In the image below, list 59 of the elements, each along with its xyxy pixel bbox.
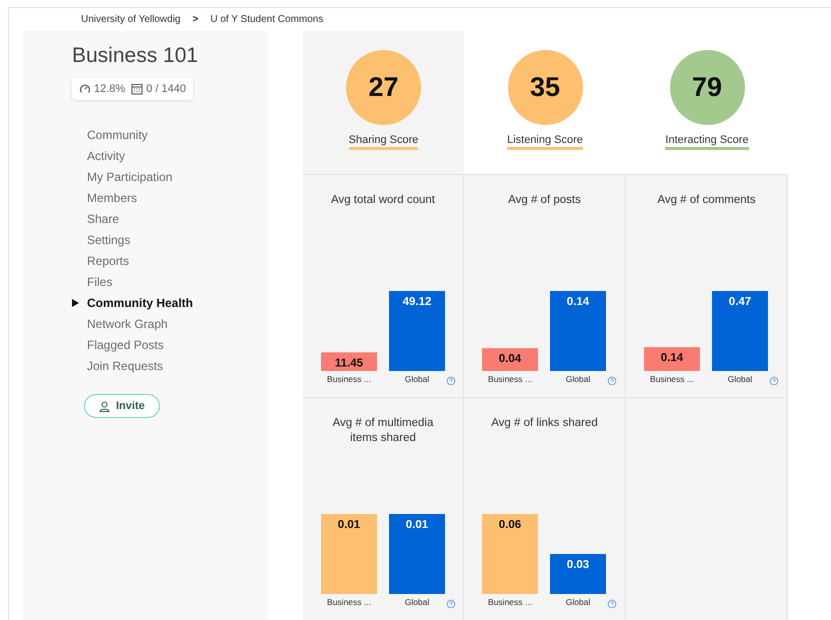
help-icon[interactable] xyxy=(770,376,778,385)
user-icon xyxy=(99,400,110,412)
bar-value-label: 0.14 xyxy=(566,296,590,308)
chart-title: Avg total word count xyxy=(330,193,436,208)
progress-percent: 12.8% xyxy=(94,83,126,95)
nav-item[interactable]: Community Health xyxy=(72,292,268,313)
chart-title: Avg # of comments xyxy=(656,193,757,208)
score-circle: 27 xyxy=(346,50,421,125)
gauge-icon xyxy=(79,83,91,95)
bar-value-label: 11.45 xyxy=(334,357,364,370)
category-label: Business ... xyxy=(488,374,532,384)
category-label: Global xyxy=(404,597,430,607)
bar-value-label: 49.12 xyxy=(402,296,432,308)
invite-button[interactable]: Invite xyxy=(84,394,160,418)
category-label: Global xyxy=(404,374,430,384)
selected-arrow-icon xyxy=(72,298,79,306)
help-icon[interactable] xyxy=(446,600,456,608)
nav-item[interactable]: Community xyxy=(72,124,268,145)
post-count: 0 / 1440 xyxy=(146,83,186,95)
nav-item[interactable]: Members xyxy=(72,187,268,208)
category-label: Global xyxy=(566,597,590,607)
help-icon[interactable] xyxy=(446,376,456,385)
bar-value-label: 0.01 xyxy=(406,519,428,531)
bar-value-label: 0.01 xyxy=(338,519,360,531)
help-icon[interactable] xyxy=(608,600,616,608)
score-circle: 79 xyxy=(670,50,744,125)
chart-title: Avg # of posts xyxy=(507,193,582,208)
score-label[interactable]: Sharing Score xyxy=(348,134,418,150)
nav-item[interactable]: Network Graph xyxy=(72,313,268,334)
chart-title: Avg # of links shared xyxy=(490,416,599,431)
category-label: Business ... xyxy=(327,374,371,384)
category-label: Business ... xyxy=(488,597,532,607)
help-icon[interactable] xyxy=(608,376,616,385)
nav-item[interactable]: Activity xyxy=(72,145,268,166)
score-label[interactable]: Listening Score xyxy=(507,134,583,150)
nav-item[interactable]: Settings xyxy=(72,229,268,250)
score-circle: 35 xyxy=(508,50,582,125)
nav-item[interactable]: Flagged Posts xyxy=(72,334,268,355)
bar-value-label: 0.47 xyxy=(728,296,752,308)
breadcrumb-link[interactable]: University of Yellowdig xyxy=(81,14,180,31)
breadcrumb-link[interactable]: U of Y Student Commons xyxy=(210,14,324,31)
course-title: Business 101 xyxy=(72,44,200,68)
bar-value-label: 0.04 xyxy=(498,353,522,366)
bar-value-label: 0.03 xyxy=(566,559,590,571)
nav-item[interactable]: Join Requests xyxy=(72,355,268,376)
category-label: Global xyxy=(566,374,590,384)
nav-item[interactable]: Files xyxy=(72,271,268,292)
category-label: Global xyxy=(728,374,752,384)
calendar-icon xyxy=(131,83,144,95)
category-label: Business ... xyxy=(650,374,694,384)
bar-value-label: 0.14 xyxy=(660,352,684,364)
bar-value-label: 0.06 xyxy=(498,519,522,531)
nav-item[interactable]: Reports xyxy=(72,250,268,271)
nav-item[interactable]: My Participation xyxy=(72,166,268,187)
score-label[interactable]: Interacting Score xyxy=(665,134,749,150)
breadcrumb-separator: > xyxy=(192,14,198,27)
nav-item[interactable]: Share xyxy=(72,208,268,229)
chart-title: Avg # of multimedia items shared xyxy=(332,416,434,446)
category-label: Business ... xyxy=(327,597,371,607)
